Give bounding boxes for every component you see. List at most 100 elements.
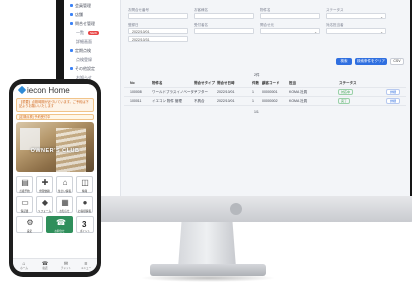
sidebar-item[interactable]: 点検登録 (76, 57, 92, 63)
sidebar-bullet-icon (70, 13, 73, 16)
tile-label: お客様情報 (78, 210, 91, 213)
row-no: 100011 (130, 99, 142, 103)
menu-tile[interactable]: ▦ お知らせ (56, 196, 73, 213)
sidebar-item[interactable]: その他設定 (70, 66, 95, 72)
tile-label: 点検予約 (19, 190, 30, 193)
row-property-name: ワールドプラスイノベーター (152, 90, 198, 94)
customer-name-input[interactable] (194, 13, 254, 19)
detail-button[interactable]: 詳細 (386, 98, 401, 104)
sidebar-item-label: 一覧 (76, 30, 84, 35)
sidebar-item-label: その他設定 (75, 66, 95, 71)
tile-label: 設定 (26, 230, 33, 233)
sidebar-item[interactable]: 店舗 (70, 12, 83, 18)
menu-tile[interactable]: ▤ 点検予約 (16, 176, 33, 193)
search-button[interactable]: 検索 (336, 58, 352, 65)
tile-label: 保証書 (20, 210, 29, 213)
app-title: iecon Home (27, 86, 70, 95)
assignee-select[interactable]: ⌄ (326, 28, 386, 34)
new-badge: NEW (88, 31, 99, 35)
sidebar-item-label: 点検登録 (76, 57, 92, 62)
house-icon: ⌂ (62, 178, 68, 187)
clear-search-button[interactable]: 検索条件をクリア (355, 58, 387, 65)
tile-label: 住まい情報 (58, 190, 71, 193)
row-staff: KOMA 社員 (289, 90, 308, 94)
row-date: 2022/10/01 (217, 90, 235, 94)
notice-banner-secondary[interactable]: [定期点検] 予約受付中 (16, 114, 94, 120)
app-logo-icon (17, 85, 27, 95)
sidebar-item-label: 定期点検 (75, 48, 91, 53)
tab-chat[interactable]: ✉ チャット (58, 261, 74, 270)
status-select[interactable]: ⌄ (326, 13, 386, 19)
sidebar-item[interactable]: 問合せ管理 (70, 21, 95, 27)
menu-tile[interactable]: 3 ポイント (76, 216, 94, 233)
sidebar-item[interactable]: 定期点検 (70, 48, 91, 54)
date-to-input[interactable]: 2022/10/31 (128, 36, 188, 42)
column-header: 問合せタイプ (194, 81, 215, 85)
tab-label: メニュー (80, 267, 92, 270)
notice-banner[interactable]: 【重要】点検時期が近づいています。ご予約は下記よりお願いいたします (16, 98, 94, 112)
date-to-value: 2022/10/31 (132, 38, 150, 42)
column-header: ステータス (339, 81, 357, 85)
column-header: 問合せ日時 (217, 81, 235, 85)
sidebar-item[interactable]: 会員管理 (70, 3, 91, 9)
monitor-stand-base (150, 264, 266, 276)
chevron-down-icon: ⌄ (380, 30, 383, 34)
monitor-logo (230, 203, 242, 215)
hero-title: OWNER'S CLUB (30, 148, 80, 154)
calendar-icon: ▦ (61, 198, 69, 207)
monitor-stand-neck (178, 222, 236, 268)
result-count: 2件 (254, 73, 260, 77)
tab-phone[interactable]: ☎ 電話 (37, 261, 53, 270)
row-type: 不具合 (194, 99, 205, 103)
app-header: iecon Home (13, 84, 97, 96)
sidebar-bullet-icon (70, 49, 73, 52)
date-from-input[interactable]: 2022/10/01 (128, 28, 188, 34)
menu-tile[interactable]: ⌂ 住まい情報 (56, 176, 73, 193)
row-divider (124, 105, 406, 106)
row-count: 1 (252, 90, 254, 94)
column-header: 顧客コード (262, 81, 280, 85)
property-name-input[interactable] (260, 13, 320, 19)
tile-label: 修理依頼 (39, 190, 50, 193)
sidebar-bullet-icon (70, 4, 73, 7)
csv-button[interactable]: CSV (390, 58, 404, 65)
hero-banner[interactable]: OWNER'S CLUB (16, 122, 94, 172)
status-badge: 完了 (338, 98, 351, 104)
row-property-name: イエコン 物件 管理 (152, 99, 182, 103)
chevron-down-icon: ⌄ (380, 15, 383, 19)
phone-tile-icon: ☎ (56, 218, 66, 227)
sidebar-item-label: 問合せ管理 (75, 21, 95, 26)
menu-tile[interactable]: ● お客様情報 (76, 196, 93, 213)
row-customer-code: 00000002 (262, 99, 278, 103)
tab-label: ホーム (20, 267, 28, 270)
menu-tile[interactable]: ☎ お問合せ (46, 216, 73, 233)
person-icon: ● (82, 198, 88, 207)
sidebar-item[interactable]: 詳細画面 (76, 39, 92, 45)
tab-menu[interactable]: ≡ メニュー (78, 261, 94, 270)
menu-tile[interactable]: ◫ 特典 (76, 176, 93, 193)
gift-icon: ◫ (81, 178, 89, 187)
tile-label: お知らせ (59, 210, 70, 213)
chevron-down-icon: ⌄ (314, 30, 317, 34)
row-staff: KOMA 社員 (289, 99, 308, 103)
shirt-icon: ◆ (41, 198, 49, 207)
tile-label: 特典 (81, 190, 88, 193)
tab-home[interactable]: ⌂ ホーム (16, 261, 32, 270)
tools-icon: ✚ (41, 178, 49, 187)
hero-window-decor (20, 128, 40, 150)
source-select[interactable]: ⌄ (260, 28, 320, 34)
inquiry-number-input[interactable] (128, 13, 188, 19)
tab-label: 電話 (42, 267, 48, 270)
menu-tile[interactable]: ◆ リフォーム (36, 196, 53, 213)
row-no: 100008 (130, 90, 142, 94)
pagination[interactable]: 1/1 (254, 110, 259, 114)
menu-tile[interactable]: ▭ 保証書 (16, 196, 33, 213)
detail-button[interactable]: 詳細 (386, 89, 401, 95)
tab-label: チャット (60, 267, 72, 270)
sidebar-item[interactable]: 一覧 NEW (76, 30, 99, 36)
menu-tile[interactable]: ✚ 修理依頼 (36, 176, 53, 193)
menu-tile[interactable]: ⚙ 設定 (16, 216, 43, 233)
sidebar-item-label: 店舗 (75, 12, 83, 17)
status-badge: 対応中 (338, 89, 354, 95)
receiver-input[interactable] (194, 28, 254, 34)
